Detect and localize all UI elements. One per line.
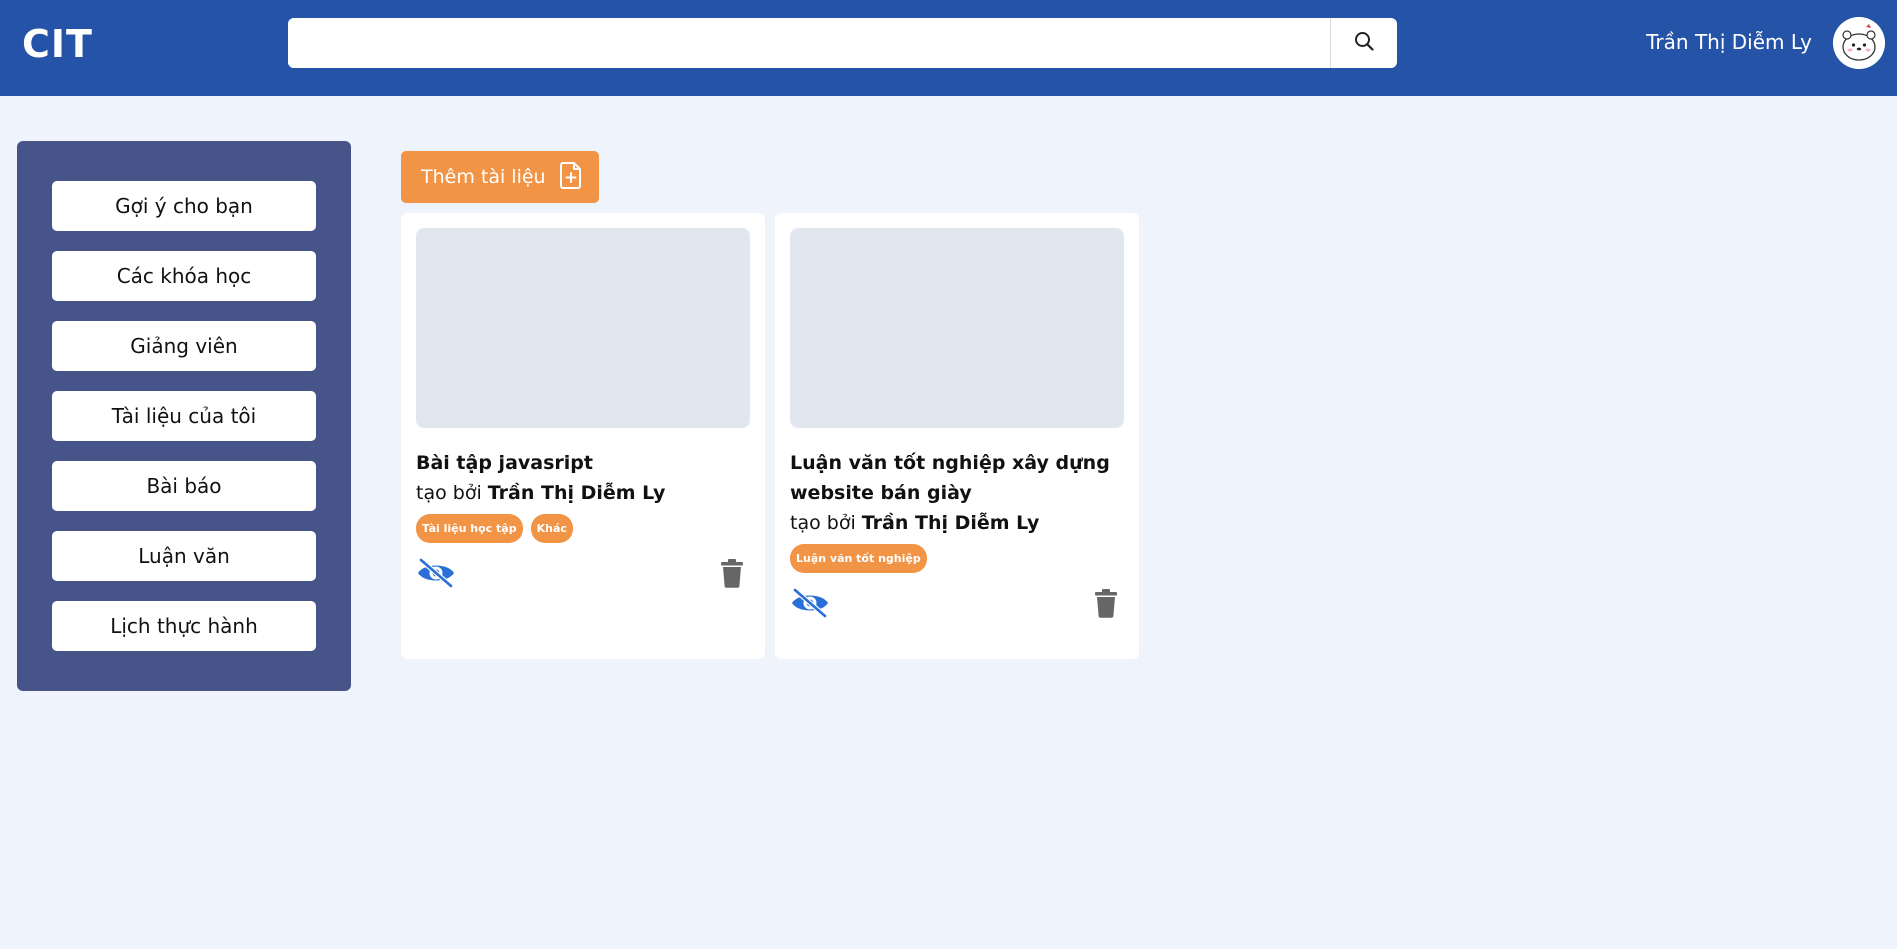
trash-icon[interactable] (720, 558, 744, 588)
card-author-line: tạo bởi Trần Thị Diễm Ly (416, 478, 750, 508)
document-card[interactable]: Bài tập javasript tạo bởi Trần Thị Diễm … (401, 213, 765, 659)
card-tags: Tài liệu học tập Khác (416, 514, 750, 543)
card-author-line: tạo bởi Trần Thị Diễm Ly (790, 508, 1124, 538)
eye-slash-icon[interactable] (416, 557, 456, 589)
sidebar-item-lab-schedule[interactable]: Lịch thực hành (52, 601, 316, 651)
sidebar-item-theses[interactable]: Luận văn (52, 531, 316, 581)
search-input[interactable] (288, 18, 1330, 68)
tag-badge: Tài liệu học tập (416, 514, 523, 543)
card-thumbnail (790, 228, 1124, 428)
logo[interactable]: CIT (22, 22, 93, 66)
card-author: Trần Thị Diễm Ly (861, 512, 1040, 534)
sidebar-item-articles[interactable]: Bài báo (52, 461, 316, 511)
tag-badge: Khác (530, 514, 573, 543)
search-button[interactable] (1330, 18, 1397, 68)
card-title[interactable]: Bài tập javasript (416, 448, 750, 478)
avatar[interactable] (1833, 17, 1885, 69)
created-by-label: tạo bởi (790, 512, 856, 534)
document-card[interactable]: Luận văn tốt nghiệp xây dựng website bán… (775, 213, 1139, 659)
add-document-label: Thêm tài liệu (421, 166, 546, 188)
card-title[interactable]: Luận văn tốt nghiệp xây dựng website bán… (790, 448, 1124, 508)
sidebar-item-courses[interactable]: Các khóa học (52, 251, 316, 301)
card-actions (416, 557, 750, 589)
sidebar: Gợi ý cho bạn Các khóa học Giảng viên Tà… (17, 141, 351, 691)
card-thumbnail (416, 228, 750, 428)
sidebar-item-lecturers[interactable]: Giảng viên (52, 321, 316, 371)
file-plus-icon (558, 161, 584, 194)
user-name[interactable]: Trần Thị Diễm Ly (1646, 30, 1812, 54)
search-bar (288, 18, 1397, 68)
trash-icon[interactable] (1094, 588, 1118, 618)
search-icon (1354, 31, 1374, 55)
avatar-image (1833, 17, 1885, 69)
sidebar-item-my-documents[interactable]: Tài liệu của tôi (52, 391, 316, 441)
tag-badge: Luận văn tốt nghiệp (790, 544, 927, 573)
created-by-label: tạo bởi (416, 482, 482, 504)
eye-slash-icon[interactable] (790, 587, 830, 619)
card-tags: Luận văn tốt nghiệp (790, 544, 1124, 573)
card-actions (790, 587, 1124, 619)
add-document-button[interactable]: Thêm tài liệu (401, 151, 599, 203)
top-header: CIT Trần Thị Diễm Ly (0, 0, 1897, 96)
card-author: Trần Thị Diễm Ly (487, 482, 666, 504)
sidebar-item-suggestions[interactable]: Gợi ý cho bạn (52, 181, 316, 231)
